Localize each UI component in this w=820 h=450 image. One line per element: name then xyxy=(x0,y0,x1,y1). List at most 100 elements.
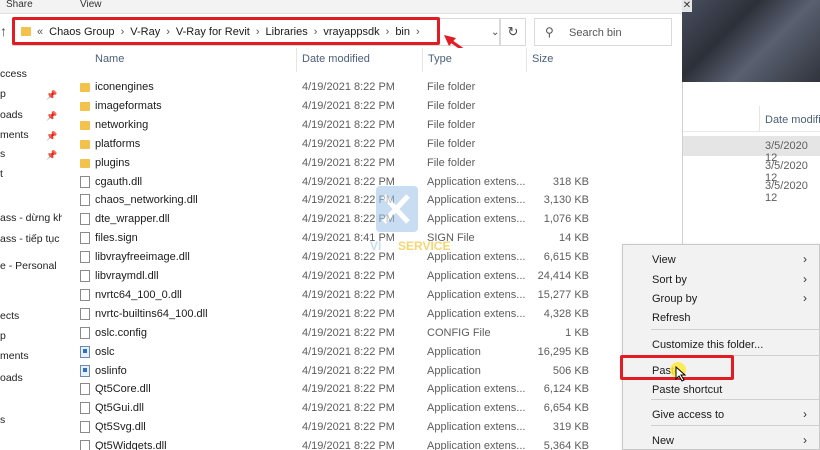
refresh-icon[interactable]: ↻ xyxy=(500,18,526,46)
nav-item[interactable]: ects xyxy=(0,310,62,328)
file-type: Application extens... xyxy=(427,402,526,415)
nav-item[interactable]: ass - tiếp tục xyxy=(0,233,62,251)
search-input[interactable]: ⚲ Search bin xyxy=(534,18,672,46)
file-row[interactable]: iconengines 4/19/2021 8:22 PM File folder xyxy=(62,78,682,97)
file-date: 4/19/2021 8:22 PM xyxy=(302,118,395,131)
file-name: iconengines xyxy=(95,81,154,93)
file-row[interactable]: nvrtc-builtins64_100.dll 4/19/2021 8:22 P… xyxy=(62,305,682,324)
file-size: 6,615 KB xyxy=(543,251,589,264)
folder-icon xyxy=(80,101,90,111)
file-size: 319 KB xyxy=(552,421,589,434)
nav-item[interactable]: s xyxy=(0,414,62,432)
nav-item[interactable]: t xyxy=(0,168,62,186)
column-header-size[interactable]: Size xyxy=(532,53,553,65)
nav-item[interactable]: ments xyxy=(0,350,62,368)
file-icon xyxy=(80,251,90,264)
file-date: 4/19/2021 8:22 PM xyxy=(302,421,395,434)
column-header-name[interactable]: Name xyxy=(95,53,124,65)
file-row[interactable]: Qt5Svg.dll 4/19/2021 8:22 PM Application e… xyxy=(62,418,682,437)
navigation-pane: ccess p 📌 oads 📌 ments 📌 s 📌 t ass - dừng kh ass - … xyxy=(0,48,62,450)
column-divider[interactable] xyxy=(422,48,423,72)
background-row: 3/5/2020 12 xyxy=(683,176,820,204)
file-name: nvrtc-builtins64_100.dll xyxy=(95,307,208,320)
menu-item-label: Group by xyxy=(652,293,698,305)
file-row[interactable]: oslc.config 4/19/2021 8:22 PM CONFIG File 1… xyxy=(62,324,682,343)
file-name: oslinfo xyxy=(95,364,127,377)
nav-item-label: ments xyxy=(0,350,29,362)
file-size: 506 KB xyxy=(552,364,589,377)
pin-icon[interactable]: 📌 xyxy=(46,90,57,101)
file-type: Application extens... xyxy=(427,383,526,396)
menu-item-label: New xyxy=(652,435,675,447)
nav-item[interactable]: oads 📌 xyxy=(0,109,62,127)
file-row[interactable]: nvrtc64_100_0.dll 4/19/2021 8:22 PM Applic… xyxy=(62,286,682,305)
nav-item[interactable]: oads xyxy=(0,372,62,390)
chevron-right-icon: › xyxy=(803,433,807,447)
menu-item-view[interactable]: View › xyxy=(623,250,820,270)
menu-item-label: View xyxy=(652,254,676,266)
file-size: 16,295 KB xyxy=(537,345,589,358)
file-row[interactable]: imageformats 4/19/2021 8:22 PM File folder xyxy=(62,97,682,116)
menu-item-label: Give access to xyxy=(652,409,725,421)
file-row[interactable]: oslc 4/19/2021 8:22 PM Application 16,295 K… xyxy=(62,343,682,362)
menu-item-new[interactable]: New › xyxy=(623,431,820,450)
menu-item-sort-by[interactable]: Sort by › xyxy=(623,270,820,290)
file-name: plugins xyxy=(95,156,130,169)
nav-item-label: ects xyxy=(0,310,20,322)
file-name: Qt5Svg.dll xyxy=(95,421,146,434)
pin-icon[interactable]: 📌 xyxy=(46,150,57,161)
nav-item[interactable]: e - Personal xyxy=(0,260,62,278)
file-name: imageformats xyxy=(95,99,162,112)
watermark-text: SERVICE xyxy=(398,239,450,253)
file-size: 1,076 KB xyxy=(543,213,589,226)
menu-item-paste-shortcut[interactable]: Paste shortcut xyxy=(623,380,820,400)
file-icon xyxy=(80,175,90,188)
column-divider[interactable] xyxy=(526,48,527,72)
column-header-date[interactable]: Date modified xyxy=(302,53,370,65)
address-row: ↑ « Chaos Group › V-Ray › V-Ray for Revit ›… xyxy=(0,14,682,48)
file-row[interactable]: libvraymdl.dll 4/19/2021 8:22 PM Applicati… xyxy=(62,267,682,286)
ribbon-tab-view[interactable]: View xyxy=(80,0,102,10)
chevron-right-icon: › xyxy=(803,407,807,421)
file-row[interactable]: platforms 4/19/2021 8:22 PM File folder xyxy=(62,135,682,154)
file-size: 6,654 KB xyxy=(543,402,589,415)
nav-item[interactable]: p 📌 xyxy=(0,88,62,106)
file-row[interactable]: networking 4/19/2021 8:22 PM File folder xyxy=(62,116,682,135)
file-date: 4/19/2021 8:22 PM xyxy=(302,326,395,339)
menu-item-refresh[interactable]: Refresh xyxy=(623,308,820,328)
column-header-type[interactable]: Type xyxy=(428,53,452,65)
pin-icon[interactable]: 📌 xyxy=(46,111,57,122)
nav-item[interactable]: ments 📌 xyxy=(0,129,62,147)
menu-item-group-by[interactable]: Group by › xyxy=(623,289,820,309)
file-date: 4/19/2021 8:22 PM xyxy=(302,99,395,112)
file-row[interactable]: Qt5Widgets.dll 4/19/2021 8:22 PM Applicati… xyxy=(62,437,682,450)
background-row: 3/5/2020 12 xyxy=(683,156,820,184)
chevron-down-icon[interactable]: ⌄ xyxy=(491,27,499,38)
file-name: nvrtc64_100_0.dll xyxy=(95,288,182,301)
nav-item[interactable]: p xyxy=(0,330,62,348)
ribbon-tab-share[interactable]: Share xyxy=(6,0,33,10)
pin-icon[interactable]: 📌 xyxy=(46,131,57,142)
file-date: 4/19/2021 8:22 PM xyxy=(302,383,395,396)
nav-item[interactable]: s 📌 xyxy=(0,148,62,166)
file-type: File folder xyxy=(427,137,476,150)
column-divider[interactable] xyxy=(296,48,297,72)
file-row[interactable]: plugins 4/19/2021 8:22 PM File folder xyxy=(62,154,682,173)
up-arrow-icon[interactable]: ↑ xyxy=(0,23,7,39)
nav-item[interactable]: ccess xyxy=(0,68,62,86)
nav-item[interactable]: ass - dừng kh xyxy=(0,212,62,230)
column-divider xyxy=(759,106,760,132)
menu-item-customize-this-folder[interactable]: Customize this folder... xyxy=(623,335,820,355)
nav-item-label: ass - tiếp tục xyxy=(0,233,60,245)
file-row[interactable]: oslinfo 4/19/2021 8:22 PM Application 506 K… xyxy=(62,362,682,381)
file-type: Application xyxy=(427,345,481,358)
window-close-icon[interactable]: ✕ xyxy=(682,0,692,12)
nav-item-label: p xyxy=(0,330,6,342)
menu-separator xyxy=(651,329,820,330)
file-row[interactable]: Qt5Core.dll 4/19/2021 8:22 PM Application … xyxy=(62,380,682,399)
file-row[interactable]: Qt5Gui.dll 4/19/2021 8:22 PM Application e… xyxy=(62,399,682,418)
file-type: Application xyxy=(427,364,481,377)
file-date: 4/19/2021 8:22 PM xyxy=(302,137,395,150)
menu-item-give-access-to[interactable]: Give access to › xyxy=(623,405,820,425)
nav-item-label: t xyxy=(0,168,3,180)
